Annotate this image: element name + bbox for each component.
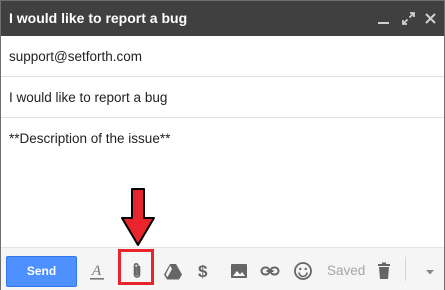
attach-highlight-box xyxy=(118,249,154,285)
emoji-icon[interactable] xyxy=(293,261,313,281)
saved-status: Saved xyxy=(327,263,366,278)
link-icon[interactable] xyxy=(260,261,280,281)
drive-icon[interactable] xyxy=(163,261,183,281)
red-arrow-icon xyxy=(121,188,155,246)
photo-icon[interactable] xyxy=(229,261,249,281)
minimize-icon[interactable] xyxy=(376,11,391,26)
more-options-icon[interactable] xyxy=(420,261,440,281)
trash-icon[interactable] xyxy=(374,261,394,281)
expand-icon[interactable] xyxy=(401,11,416,26)
formatting-icon[interactable]: A xyxy=(87,261,107,281)
compose-title: I would like to report a bug xyxy=(9,10,188,26)
subject-value: I would like to report a bug xyxy=(9,90,168,105)
send-button[interactable]: Send xyxy=(6,256,77,287)
svg-text:A: A xyxy=(91,263,102,279)
to-recipient: support@setforth.com xyxy=(9,49,143,64)
to-field[interactable]: support@setforth.com xyxy=(1,37,444,77)
toolbar-divider xyxy=(405,257,406,281)
compose-window: I would like to report a bug support@set… xyxy=(0,0,445,290)
compose-titlebar[interactable]: I would like to report a bug xyxy=(1,1,444,36)
subject-field[interactable]: I would like to report a bug xyxy=(1,78,444,118)
message-body-text: **Description of the issue** xyxy=(9,131,171,146)
compose-toolbar: Send A $ Saved xyxy=(1,247,444,290)
svg-text:$: $ xyxy=(198,262,208,281)
money-icon[interactable]: $ xyxy=(195,261,215,281)
close-icon[interactable] xyxy=(423,11,438,26)
